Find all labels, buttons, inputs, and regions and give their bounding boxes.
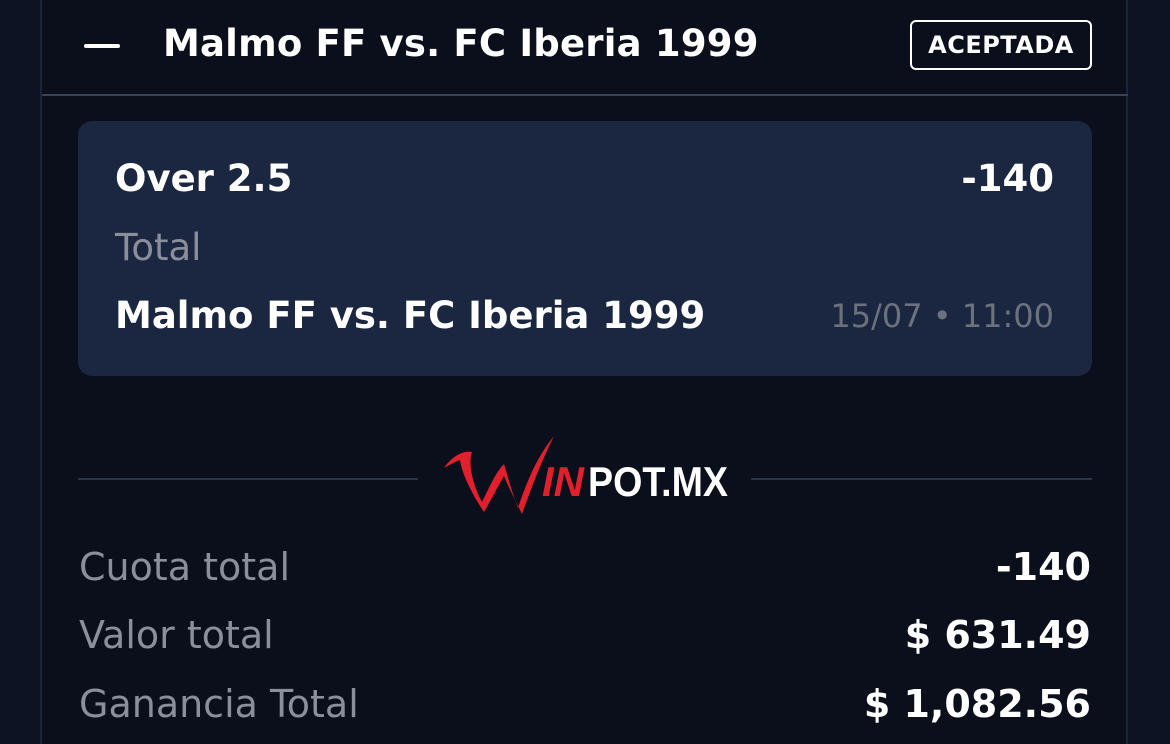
status-badge: ACEPTADA [910,20,1092,70]
logo-divider-right [751,478,1092,480]
odds-total-label: Cuota total [79,545,291,589]
selection-market: Total [115,226,202,269]
winnings-total-value: $ 1,082.56 [863,682,1091,726]
winnings-total-label: Ganancia Total [79,682,359,726]
bet-header[interactable]: Malmo FF vs. FC Iberia 1999 ACEPTADA [0,0,1170,96]
logo-text-in: IN [542,458,586,505]
winpot-logo: IN POT.MX [444,436,728,514]
selection-name: Over 2.5 [115,157,293,200]
selection-datetime: 15/07 • 11:00 [830,297,1054,335]
odds-total-value: -140 [995,545,1091,589]
collapse-icon[interactable] [84,44,120,48]
logo-divider-left [78,478,418,480]
selection-event: Malmo FF vs. FC Iberia 1999 [115,294,706,337]
header-divider [42,94,1128,96]
logo-swoosh-w [444,436,554,514]
bet-title: Malmo FF vs. FC Iberia 1999 [163,22,759,65]
bet-receipt-page: Malmo FF vs. FC Iberia 1999 ACEPTADA Ove… [0,0,1170,744]
selection-odds: -140 [961,157,1054,200]
stake-total-value: $ 631.49 [904,613,1091,657]
logo-text-pot: POT.MX [588,458,728,505]
stake-total-label: Valor total [79,613,274,657]
